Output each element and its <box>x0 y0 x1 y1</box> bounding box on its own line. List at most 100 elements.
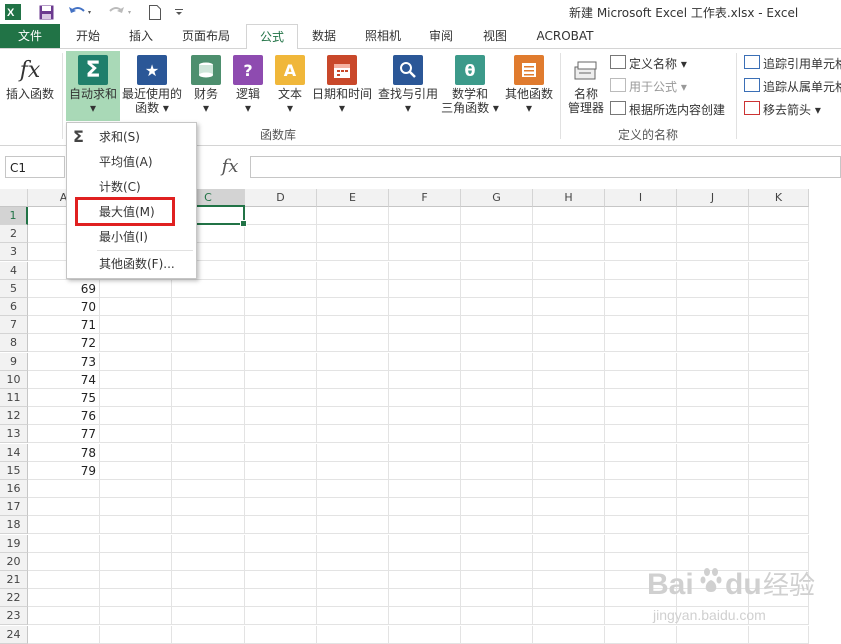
cell-d16[interactable] <box>245 480 317 498</box>
cell-j18[interactable] <box>677 516 749 535</box>
cell-d15[interactable] <box>245 461 317 480</box>
cell-g4[interactable] <box>461 261 533 280</box>
cell-g1[interactable] <box>461 207 533 225</box>
cell-b20[interactable] <box>100 552 172 571</box>
cell-e19[interactable] <box>317 534 389 553</box>
cell-f2[interactable] <box>389 225 461 244</box>
cell-b19[interactable] <box>100 534 172 553</box>
cell-h14[interactable] <box>533 443 605 462</box>
lookup-button[interactable]: 查找与引用 ▾ <box>376 51 440 121</box>
cell-j15[interactable] <box>677 461 749 480</box>
cell-g6[interactable] <box>461 298 533 316</box>
cell-c19[interactable] <box>172 534 245 553</box>
cell-g7[interactable] <box>461 316 533 335</box>
cell-i12[interactable] <box>605 407 677 426</box>
formula-input[interactable] <box>250 156 841 178</box>
cell-b9[interactable] <box>100 352 172 371</box>
row-header-7[interactable]: 7 <box>0 316 28 335</box>
cell-f7[interactable] <box>389 316 461 335</box>
cell-g17[interactable] <box>461 498 533 517</box>
cell-d14[interactable] <box>245 443 317 462</box>
cell-f9[interactable] <box>389 352 461 371</box>
fx-icon[interactable]: fx <box>215 156 245 178</box>
cell-j14[interactable] <box>677 443 749 462</box>
cell-c16[interactable] <box>172 480 245 498</box>
cell-h12[interactable] <box>533 407 605 426</box>
cell-i9[interactable] <box>605 352 677 371</box>
row-header-15[interactable]: 15 <box>0 461 28 480</box>
cell-i2[interactable] <box>605 225 677 244</box>
cell-e8[interactable] <box>317 334 389 353</box>
cell-b14[interactable] <box>100 443 172 462</box>
cell-a12[interactable]: 76 <box>28 407 100 426</box>
row-header-4[interactable]: 4 <box>0 261 28 280</box>
cell-c21[interactable] <box>172 571 245 589</box>
cell-k6[interactable] <box>749 298 809 316</box>
cell-f4[interactable] <box>389 261 461 280</box>
cell-b16[interactable] <box>100 480 172 498</box>
cell-g13[interactable] <box>461 425 533 444</box>
cell-j4[interactable] <box>677 261 749 280</box>
row-header-16[interactable]: 16 <box>0 480 28 498</box>
cell-h2[interactable] <box>533 225 605 244</box>
cell-h1[interactable] <box>533 207 605 225</box>
cell-e1[interactable] <box>317 207 389 225</box>
cell-k4[interactable] <box>749 261 809 280</box>
cell-c17[interactable] <box>172 498 245 517</box>
tab-view[interactable]: 视图 <box>472 24 518 48</box>
create-from-selection-button[interactable]: 根据所选内容创建 <box>610 101 725 119</box>
cell-e2[interactable] <box>317 225 389 244</box>
column-header-k[interactable]: K <box>749 189 809 207</box>
cell-a5[interactable]: 69 <box>28 279 100 298</box>
menu-item-count[interactable]: 计数(C) <box>67 175 196 199</box>
define-name-button[interactable]: 定义名称 ▾ <box>610 55 687 73</box>
cell-i18[interactable] <box>605 516 677 535</box>
fill-handle[interactable] <box>240 220 247 227</box>
cell-j1[interactable] <box>677 207 749 225</box>
column-header-g[interactable]: G <box>461 189 533 207</box>
row-header-2[interactable]: 2 <box>0 225 28 244</box>
logical-button[interactable]: ? 逻辑 ▾ <box>230 51 266 121</box>
cell-k16[interactable] <box>749 480 809 498</box>
cell-g24[interactable] <box>461 625 533 644</box>
column-header-e[interactable]: E <box>317 189 389 207</box>
cell-k8[interactable] <box>749 334 809 353</box>
cell-e5[interactable] <box>317 279 389 298</box>
cell-h6[interactable] <box>533 298 605 316</box>
cell-j7[interactable] <box>677 316 749 335</box>
cell-c18[interactable] <box>172 516 245 535</box>
row-header-9[interactable]: 9 <box>0 352 28 371</box>
cell-j3[interactable] <box>677 243 749 262</box>
cell-e6[interactable] <box>317 298 389 316</box>
cell-g11[interactable] <box>461 389 533 407</box>
cell-a22[interactable] <box>28 589 100 608</box>
cell-h9[interactable] <box>533 352 605 371</box>
cell-j19[interactable] <box>677 534 749 553</box>
cell-c12[interactable] <box>172 407 245 426</box>
cell-a15[interactable]: 79 <box>28 461 100 480</box>
cell-h3[interactable] <box>533 243 605 262</box>
column-header-j[interactable]: J <box>677 189 749 207</box>
cell-f6[interactable] <box>389 298 461 316</box>
cell-e24[interactable] <box>317 625 389 644</box>
cell-c14[interactable] <box>172 443 245 462</box>
trace-dependents-button[interactable]: 追踪从属单元格 <box>744 78 841 96</box>
math-trig-button[interactable]: θ 数学和 三角函数 ▾ <box>440 51 500 121</box>
cell-a11[interactable]: 75 <box>28 389 100 407</box>
cell-a21[interactable] <box>28 571 100 589</box>
cell-d21[interactable] <box>245 571 317 589</box>
cell-e16[interactable] <box>317 480 389 498</box>
cell-d18[interactable] <box>245 516 317 535</box>
cell-c23[interactable] <box>172 607 245 626</box>
save-icon[interactable] <box>36 3 56 21</box>
remove-arrows-button[interactable]: 移去箭头 ▾ <box>744 101 821 119</box>
cell-i10[interactable] <box>605 370 677 389</box>
cell-j9[interactable] <box>677 352 749 371</box>
cell-b5[interactable] <box>100 279 172 298</box>
cell-a10[interactable]: 74 <box>28 370 100 389</box>
cell-d2[interactable] <box>245 225 317 244</box>
row-header-22[interactable]: 22 <box>0 589 28 608</box>
cell-k9[interactable] <box>749 352 809 371</box>
row-header-13[interactable]: 13 <box>0 425 28 444</box>
name-box[interactable]: C1 <box>5 156 65 178</box>
